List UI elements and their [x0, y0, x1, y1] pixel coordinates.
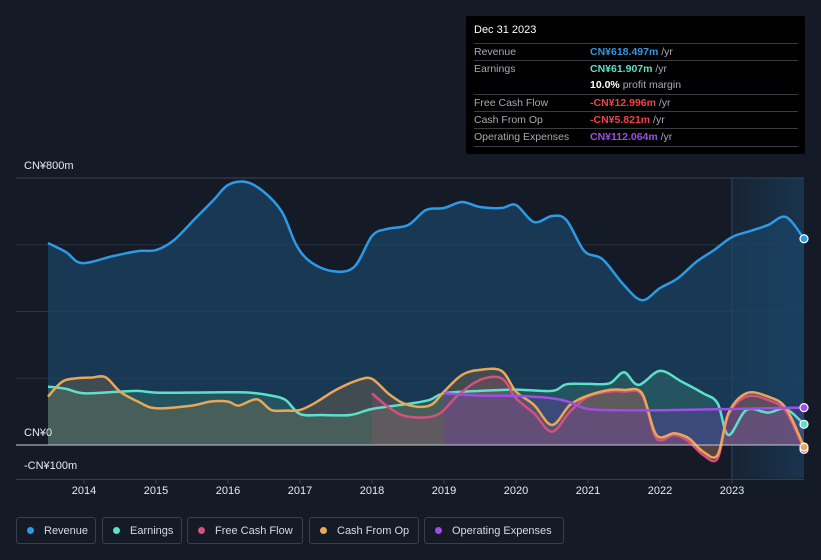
x-tick-label: 2019 [431, 485, 457, 497]
legend-dot-icon [435, 527, 442, 534]
legend-label: Revenue [44, 524, 89, 537]
tooltip-date: Dec 31 2023 [474, 24, 537, 36]
tooltip-row-earnings: Earnings CN¥61.907m /yr [474, 60, 798, 78]
legend-dot-icon [198, 527, 205, 534]
tooltip-row-cash-from-op: Cash From Op -CN¥5.821m /yr [474, 111, 798, 129]
tooltip-row-value: CN¥618.497m /yr [590, 46, 673, 58]
x-tick-label: 2020 [503, 485, 529, 497]
tooltip-row-unit: /yr [650, 114, 665, 126]
tooltip-row-free-cash-flow: Free Cash Flow -CN¥12.996m /yr [474, 94, 798, 112]
legend-dot-icon [27, 527, 34, 534]
x-tick-label: 2015 [143, 485, 169, 497]
legend-item-earnings[interactable]: Earnings [102, 517, 182, 544]
axes [16, 444, 804, 484]
x-tick-label: 2017 [287, 485, 313, 497]
legend-label: Earnings [130, 524, 174, 537]
revenue-end-marker[interactable] [799, 234, 809, 244]
legend-item-cash-from-op[interactable]: Cash From Op [309, 517, 419, 544]
y-tick-label-800: CN¥800m [24, 160, 74, 172]
y-tick-label-0: CN¥0 [24, 427, 53, 439]
tooltip-row-unit: /yr [655, 97, 671, 109]
tooltip-row-value: CN¥112.064m /yr [590, 131, 673, 143]
legend-label: Cash From Op [337, 524, 410, 537]
tooltip-row-value: 10.0% profit margin [590, 79, 682, 91]
cash-from-op-end-marker[interactable] [799, 442, 809, 452]
tooltip-row-label: Free Cash Flow [474, 97, 549, 109]
x-tick-label: 2021 [575, 485, 601, 497]
legend-dot-icon [320, 527, 327, 534]
tooltip-row-label: Earnings [474, 63, 516, 75]
x-tick-label: 2016 [215, 485, 241, 497]
legend-label: Free Cash Flow [215, 524, 293, 537]
tooltip-row-value: -CN¥5.821m /yr [590, 114, 665, 126]
tooltip-row-profit-margin: 10.0% profit margin [474, 77, 798, 94]
legend-item-revenue[interactable]: Revenue [16, 517, 96, 544]
earnings-end-marker[interactable] [799, 419, 809, 429]
tooltip-row-unit: profit margin [619, 79, 682, 91]
x-tick-label: 2022 [647, 485, 673, 497]
legend-label: Operating Expenses [452, 524, 552, 537]
tooltip-row-label: Cash From Op [474, 114, 543, 126]
tooltip-row-unit: /yr [658, 46, 673, 58]
tooltip-divider [474, 146, 798, 147]
series-areas [48, 181, 804, 462]
tooltip-panel: Dec 31 2023 Revenue CN¥618.497m /yr Earnin… [466, 16, 805, 154]
x-tick-label: 2023 [719, 485, 745, 497]
legend-item-operating-expenses[interactable]: Operating Expenses [424, 517, 564, 544]
tooltip-row-label: Revenue [474, 46, 517, 58]
operating-expenses-end-marker[interactable] [799, 403, 809, 413]
x-tick-label: 2018 [359, 485, 385, 497]
tooltip-row-value: CN¥61.907m /yr [590, 63, 668, 75]
tooltip-row-revenue: Revenue CN¥618.497m /yr [474, 43, 798, 61]
y-tick-label-neg100: -CN¥100m [24, 460, 78, 472]
tooltip-row-value: -CN¥12.996m /yr [590, 97, 671, 109]
legend-item-free-cash-flow[interactable]: Free Cash Flow [187, 517, 303, 544]
tooltip-row-operating-expenses: Operating Expenses CN¥112.064m /yr [474, 128, 798, 146]
x-tick-label: 2014 [71, 485, 97, 497]
tooltip-row-unit: /yr [652, 63, 668, 75]
tooltip-row-label: Operating Expenses [474, 131, 570, 143]
tooltip-row-unit: /yr [657, 131, 673, 143]
legend-dot-icon [113, 527, 120, 534]
